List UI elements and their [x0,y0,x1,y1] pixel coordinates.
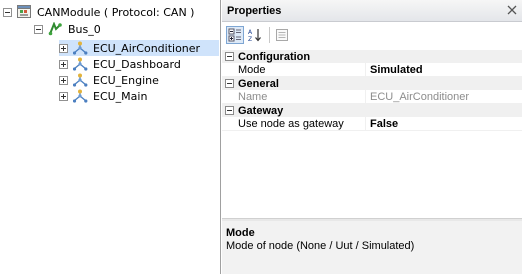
collapse-icon[interactable] [34,24,43,34]
bus-icon [47,21,63,37]
tree-node-ecu[interactable]: ECU_AirConditioner [59,40,219,56]
description-text: Mode of node (None / Uut / Simulated) [226,240,415,252]
tree-node-bus[interactable]: Bus_0 [34,21,103,37]
can-module-icon [16,4,32,20]
tree-node-root[interactable]: CANModule ( Protocol: CAN ) [3,4,196,20]
property-name: Use node as gateway [222,116,366,131]
tree-node-ecu[interactable]: ECU_Engine [59,72,161,88]
svg-text:A: A [248,29,253,36]
close-icon[interactable] [506,4,518,16]
tree-node-label: ECU_Dashboard [93,57,181,71]
description-title: Mode [226,227,255,239]
collapse-icon[interactable] [225,52,234,61]
property-value-name: ECU_AirConditioner [370,90,470,103]
toolbar-separator [269,26,270,43]
ecu-node-icon [72,72,88,88]
tree-node-label: ECU_AirConditioner [93,41,201,55]
category-gateway[interactable]: Gateway [222,104,522,117]
expand-icon[interactable] [59,91,68,101]
tree-node-label: Bus_0 [68,22,101,36]
category-label: Configuration [238,50,311,63]
tree-node-ecu[interactable]: ECU_Main [59,88,149,104]
category-general[interactable]: General [222,77,522,90]
properties-toolbar: A Z [222,23,522,46]
category-label: General [238,77,279,90]
properties-panel: Properties A Z Configuration Mode Simula… [222,0,522,274]
property-row-mode[interactable]: Mode Simulated [222,62,522,77]
properties-title-bar: Properties [222,0,522,22]
module-tree[interactable]: CANModule ( Protocol: CAN ) Bus_0 ECU_Ai… [0,0,221,274]
property-row-gateway[interactable]: Use node as gateway False [222,116,522,131]
description-panel: Mode Mode of node (None / Uut / Simulate… [222,221,522,274]
category-configuration[interactable]: Configuration [222,50,522,63]
tree-node-label: CANModule ( Protocol: CAN ) [37,5,195,19]
property-row-name[interactable]: Name ECU_AirConditioner [222,89,522,104]
tree-node-label: ECU_Engine [93,73,159,87]
expand-icon[interactable] [59,59,68,69]
collapse-icon[interactable] [225,79,234,88]
expand-icon[interactable] [59,75,68,85]
svg-text:Z: Z [248,36,252,42]
sort-az-icon[interactable]: A Z [246,26,264,44]
property-grid: Configuration Mode Simulated General Nam… [222,50,522,131]
collapse-icon[interactable] [3,7,12,17]
category-label: Gateway [238,104,284,117]
tree-node-ecu[interactable]: ECU_Dashboard [59,56,183,72]
tree-node-label: ECU_Main [93,89,148,103]
properties-title: Properties [227,4,282,17]
property-name: Name [222,89,366,104]
expand-icon[interactable] [59,43,68,53]
ecu-node-icon [72,40,88,56]
property-value-mode[interactable]: Simulated [366,63,423,77]
property-name: Mode [222,62,366,77]
property-value-gateway[interactable]: False [366,117,398,131]
ecu-node-icon [72,56,88,72]
ecu-node-icon [72,88,88,104]
categorized-icon[interactable] [226,25,244,44]
property-pages-icon[interactable] [273,26,291,44]
collapse-icon[interactable] [225,106,234,115]
